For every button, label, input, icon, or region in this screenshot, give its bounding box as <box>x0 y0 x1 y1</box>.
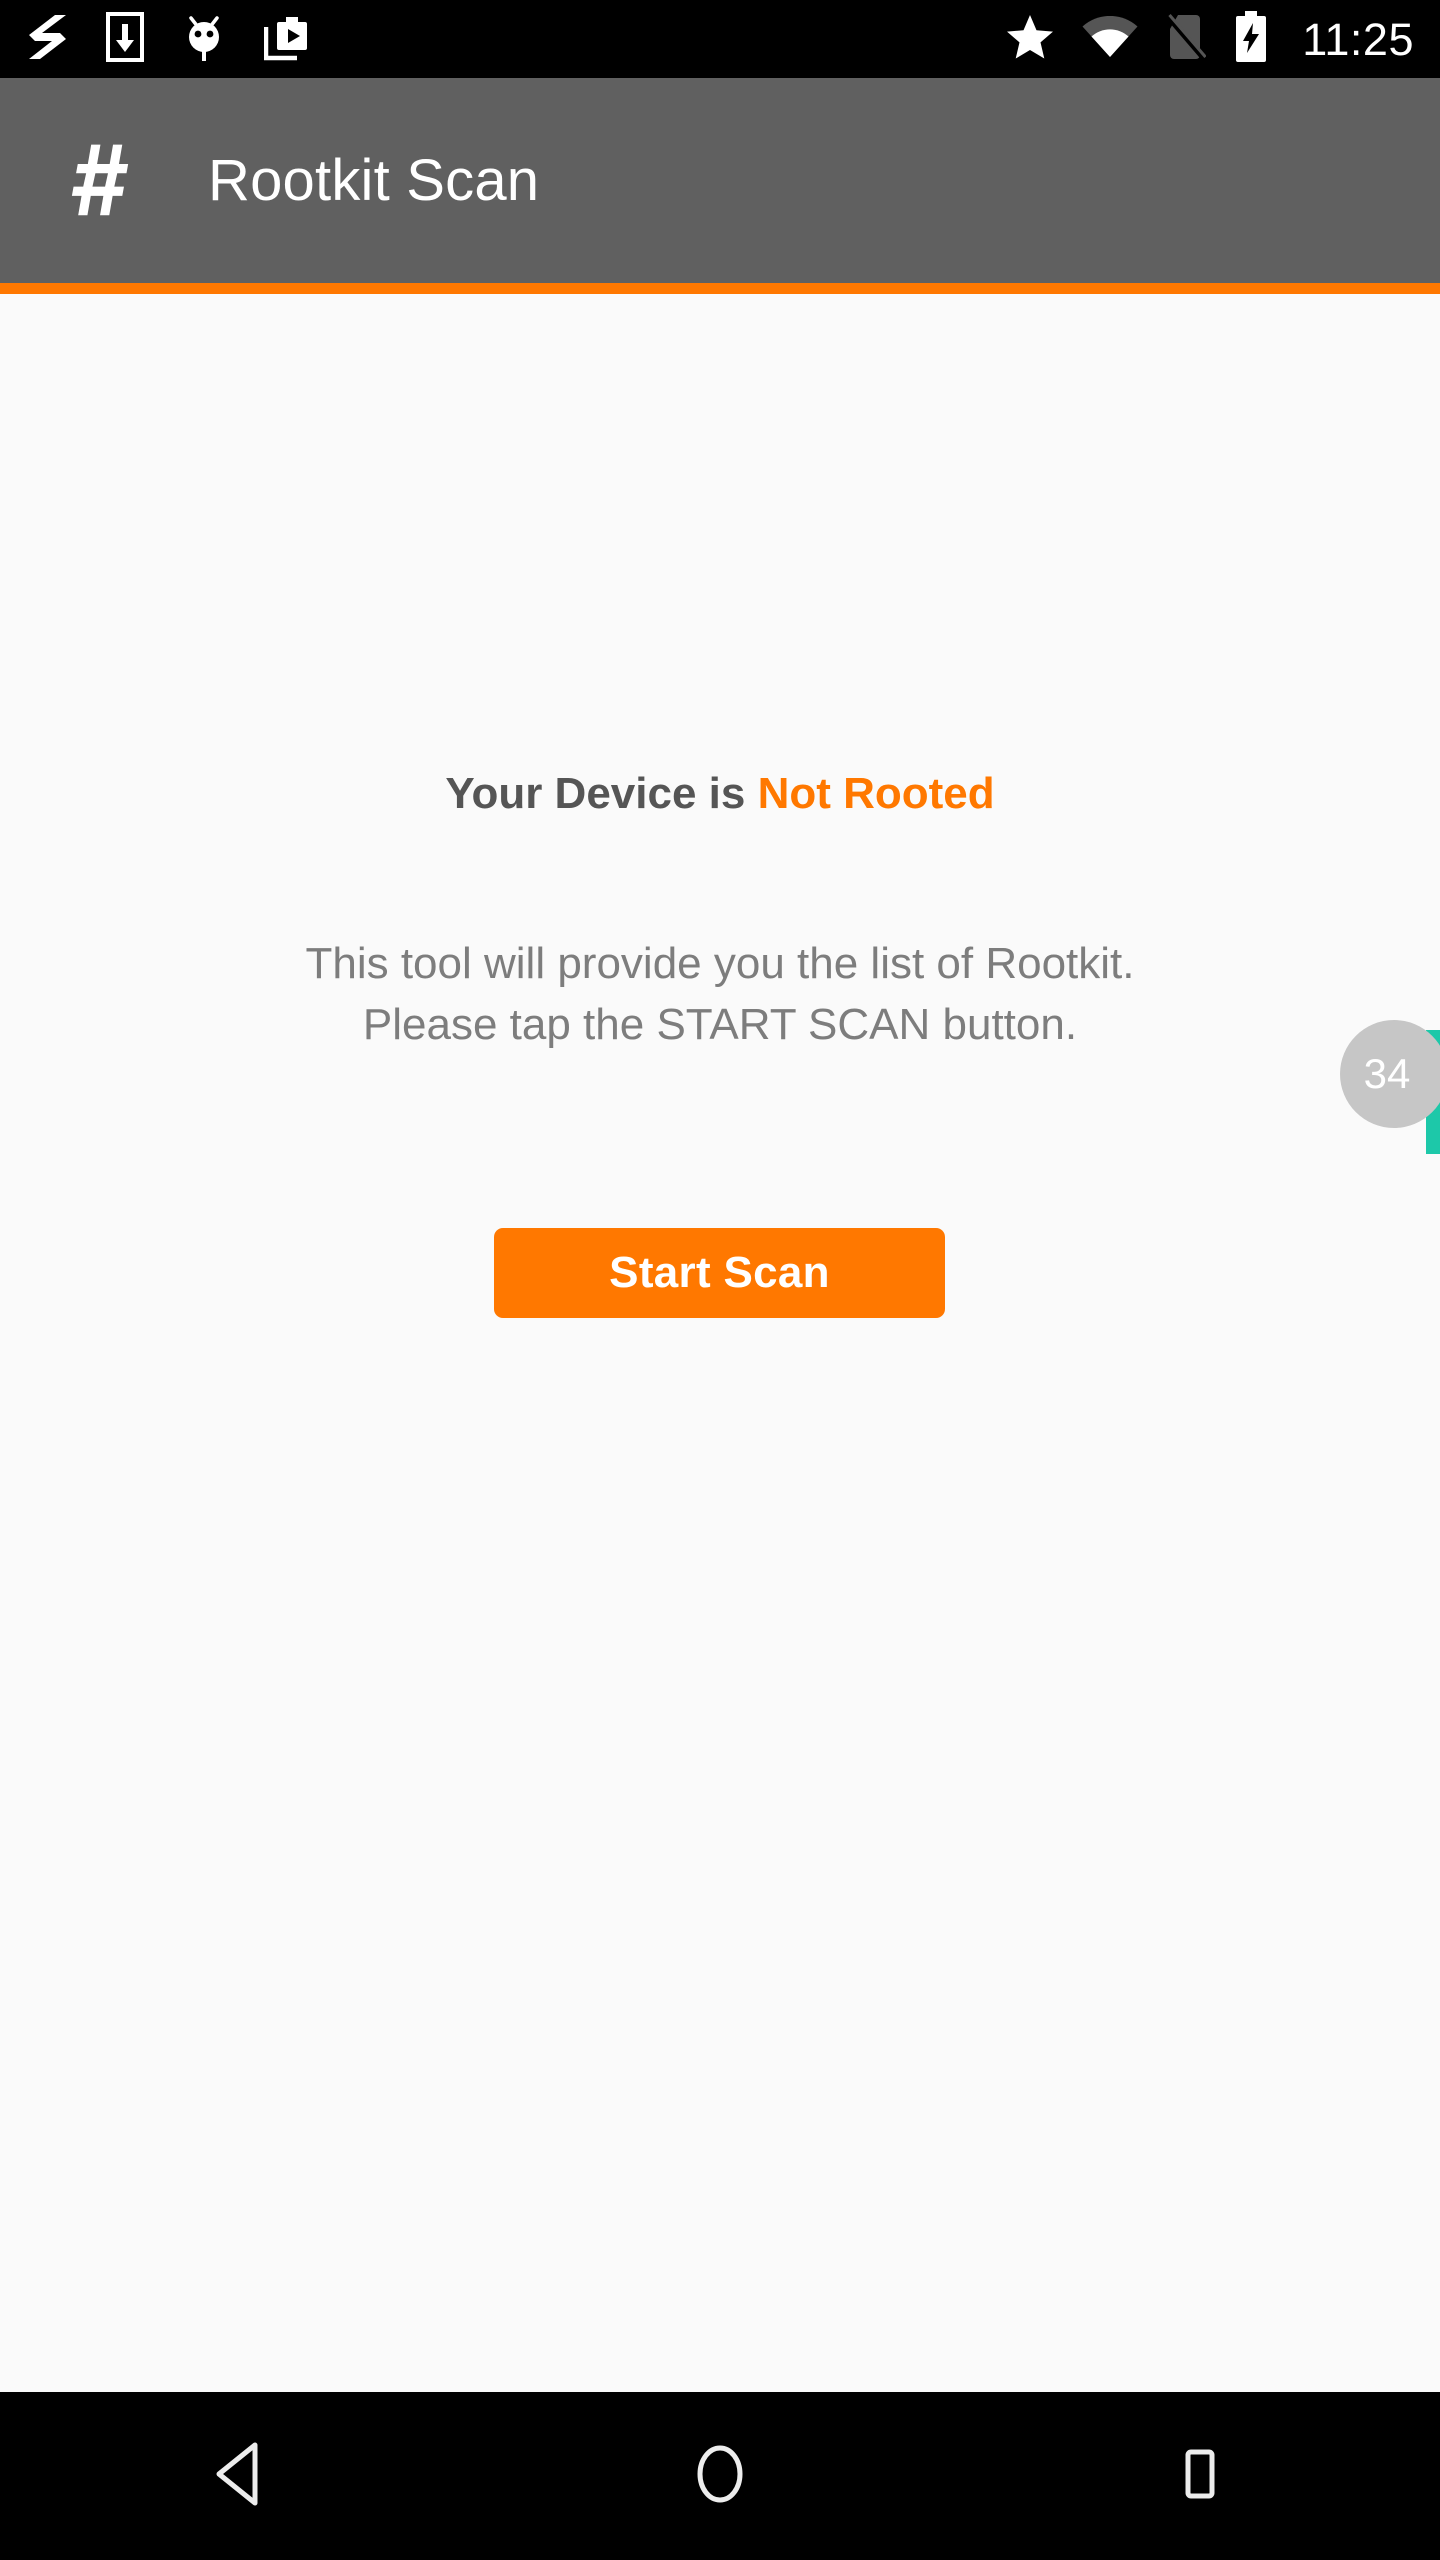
fastscroll-badge-label: 34 <box>1363 1050 1411 1097</box>
no-sim-icon <box>1166 13 1207 66</box>
app-logo-icon <box>26 13 68 66</box>
status-bar: 11:25 <box>0 0 1440 78</box>
description-text: This tool will provide you the list of R… <box>0 934 1440 1055</box>
home-circle-icon <box>691 2442 749 2511</box>
app-bar: Rootkit Scan <box>0 78 1440 283</box>
status-bar-notification-icons <box>26 11 312 67</box>
navigation-bar <box>0 2392 1440 2560</box>
page-title: Rootkit Scan <box>208 147 540 213</box>
root-status-value: Not Rooted <box>757 769 995 818</box>
status-bar-clock: 11:25 <box>1302 13 1414 65</box>
scrollbar-track[interactable] <box>1426 294 1440 2392</box>
nav-back-button[interactable] <box>0 2392 480 2560</box>
recents-square-icon <box>1171 2442 1229 2511</box>
start-scan-button[interactable]: Start Scan <box>494 1228 945 1318</box>
app-bar-accent-divider <box>0 283 1440 294</box>
app-screen: 11:25 Rootkit Scan Your Device is Not Ro… <box>0 0 1440 2560</box>
fastscroll-badge: 34 <box>1340 1020 1440 1128</box>
battery-charging-icon <box>1234 10 1268 68</box>
status-bar-system-icons: 11:25 <box>1006 10 1414 68</box>
description-line-1: This tool will provide you the list of R… <box>305 939 1135 988</box>
wifi-icon <box>1082 15 1138 63</box>
media-library-icon <box>263 13 312 66</box>
star-icon <box>1006 14 1054 65</box>
description-line-2: Please tap the START SCAN button. <box>362 999 1078 1049</box>
nav-home-button[interactable] <box>480 2392 960 2560</box>
hash-icon <box>58 143 148 219</box>
nav-recents-button[interactable] <box>960 2392 1440 2560</box>
root-status-prefix: Your Device is <box>445 769 758 818</box>
android-bug-icon <box>182 12 226 67</box>
main-content: Your Device is Not Rooted This tool will… <box>0 294 1440 2392</box>
root-status-line: Your Device is Not Rooted <box>0 768 1440 821</box>
back-triangle-icon <box>211 2442 269 2511</box>
download-to-device-icon <box>106 11 144 67</box>
